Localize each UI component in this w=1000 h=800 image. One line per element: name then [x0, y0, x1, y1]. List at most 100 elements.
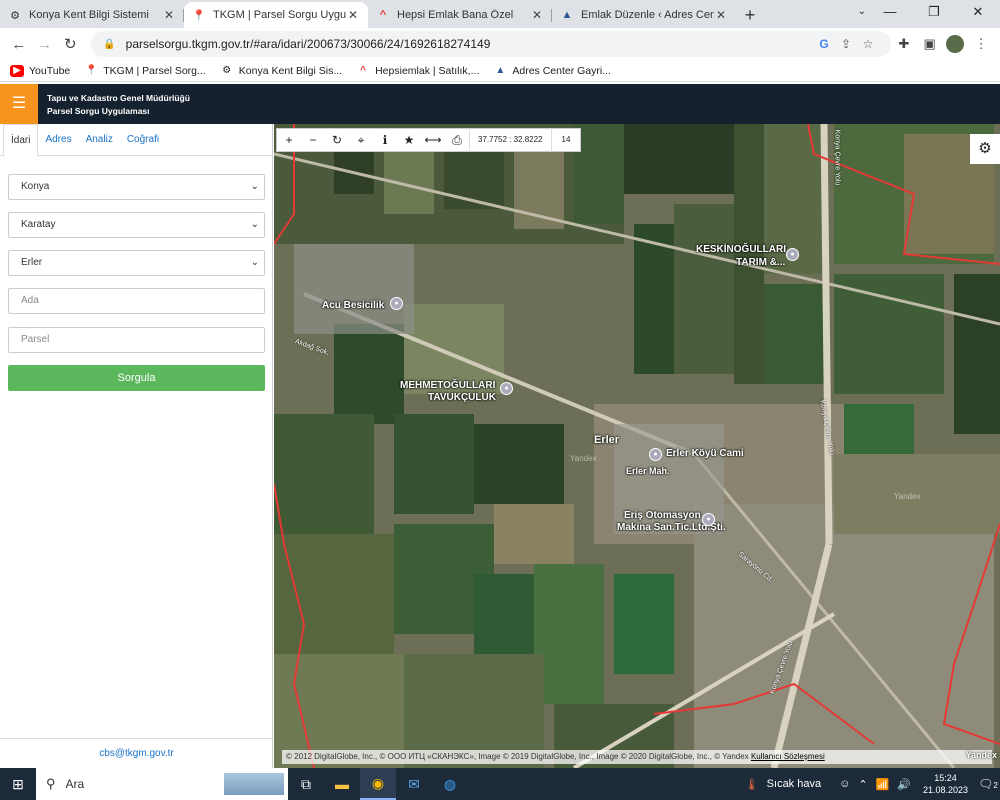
- people-icon[interactable]: ☺: [839, 778, 850, 790]
- weather-icon[interactable]: 🌡: [745, 778, 759, 791]
- tab-search-icon[interactable]: ⌄: [858, 6, 866, 17]
- bookmark-konya-kent[interactable]: ⚙ Konya Kent Bilgi Sis...: [220, 65, 342, 77]
- file-explorer-icon[interactable]: ▬: [324, 768, 360, 800]
- minimize-icon[interactable]: —: [868, 0, 912, 24]
- poi-label-keskinogullari-2[interactable]: TARIM &...: [736, 257, 785, 268]
- mail-icon[interactable]: ✉: [396, 768, 432, 800]
- info-icon[interactable]: ℹ: [373, 133, 397, 147]
- sorgula-button[interactable]: Sorgula: [8, 365, 265, 391]
- shop-pin-icon[interactable]: ●: [702, 513, 715, 526]
- lock-icon[interactable]: 🔒: [103, 39, 115, 50]
- search-icon: ⚲: [46, 776, 56, 791]
- tab-title: TKGM | Parsel Sorgu Uygulaması: [213, 9, 346, 21]
- browser-tab-bar: ⚙ Konya Kent Bilgi Sistemi ✕ 📍 TKGM | Pa…: [0, 0, 1000, 28]
- place-label-erler[interactable]: Erler: [594, 434, 619, 446]
- ada-input[interactable]: Ada: [8, 288, 265, 314]
- tab-hepsiemlak[interactable]: ^ Hepsi Emlak Bana Özel ✕: [368, 2, 552, 28]
- bookmark-label: Adres Center Gayri...: [512, 64, 611, 77]
- youtube-icon: ▶: [10, 64, 24, 77]
- poi-label-erler-cami[interactable]: Erler Köyü Cami: [666, 448, 744, 459]
- volume-icon[interactable]: 🔊: [897, 778, 911, 791]
- tab-analiz[interactable]: Analiz: [79, 124, 120, 155]
- bookmark-star-icon[interactable]: ☆: [857, 37, 879, 51]
- refresh-icon[interactable]: ↻: [325, 133, 349, 147]
- poi-label-keskinogullari[interactable]: KESKİNOĞULLARI: [696, 244, 786, 255]
- globe-icon: ⚙: [10, 9, 20, 22]
- map-pin-icon[interactable]: ●: [390, 297, 403, 310]
- menu-dots-icon[interactable]: ⋮: [968, 36, 994, 52]
- measure-icon[interactable]: ⟷: [421, 133, 445, 147]
- favorite-star-icon[interactable]: ★: [397, 133, 421, 147]
- poi-label-mehmetogullari[interactable]: MEHMETOĞULLARI: [400, 380, 495, 391]
- bookmark-youtube[interactable]: ▶ YouTube: [10, 64, 70, 77]
- mahalle-value: Erler: [21, 257, 43, 268]
- poi-label-mehmetogullari-2[interactable]: TAVUKÇULUK: [428, 392, 496, 403]
- extensions-icon[interactable]: ✚: [891, 36, 917, 52]
- forward-icon[interactable]: →: [32, 36, 58, 53]
- share-icon[interactable]: ⇪: [835, 37, 857, 51]
- terms-link[interactable]: Kullanıcı Sözleşmesi: [751, 752, 825, 761]
- hepsiemlak-icon: ^: [360, 65, 367, 76]
- app-title: Tapu ve Kadastro Genel Müdürlüğü Parsel …: [47, 92, 190, 118]
- avatar[interactable]: [946, 35, 965, 53]
- windows-start-icon[interactable]: ⊞: [0, 776, 36, 793]
- network-icon[interactable]: 📶: [876, 778, 890, 791]
- zoom-in-icon[interactable]: +: [277, 133, 301, 147]
- tab-title: Konya Kent Bilgi Sistemi: [29, 9, 149, 21]
- taskbar-search-box[interactable]: ⚲ Ara: [36, 768, 288, 800]
- url-text[interactable]: parselsorgu.tkgm.gov.tr/#ara/idari/20067…: [126, 37, 813, 51]
- map-pin-icon[interactable]: ●: [500, 382, 513, 395]
- tab-adres-center[interactable]: ▲ Emlak Düzenle ‹ Adres Center Ga ✕: [552, 2, 736, 28]
- bookmark-adres-center[interactable]: ▲ Adres Center Gayri...: [493, 65, 611, 77]
- gear-icon[interactable]: ⚙: [970, 134, 1000, 164]
- tab-tkgm[interactable]: 📍 TKGM | Parsel Sorgu Uygulaması ✕: [184, 2, 368, 28]
- mahalle-select[interactable]: Erler ⌄: [8, 250, 265, 276]
- url-bar[interactable]: 🔒 parselsorgu.tkgm.gov.tr/#ara/idari/200…: [91, 31, 892, 57]
- yandex-logo[interactable]: Yandex: [965, 750, 997, 760]
- il-select[interactable]: Konya ⌄: [8, 174, 265, 200]
- bookmarks-bar: ▶ YouTube 📍 TKGM | Parsel Sorg... ⚙ Kony…: [0, 60, 1000, 82]
- poi-label-eris[interactable]: Eriş Otomasyon: [624, 510, 701, 521]
- ilce-select[interactable]: Karatay ⌄: [8, 212, 265, 238]
- close-icon[interactable]: ✕: [530, 8, 544, 22]
- address-toolbar: ← → ↻ 🔒 parselsorgu.tkgm.gov.tr/#ara/ida…: [0, 28, 1000, 60]
- attribution-text: © 2012 DigitalGlobe, Inc., © ООО ИТЦ «СК…: [286, 752, 749, 761]
- close-icon[interactable]: ✕: [714, 8, 728, 22]
- close-icon[interactable]: ✕: [346, 8, 360, 22]
- reload-icon[interactable]: ↻: [57, 35, 83, 53]
- tab-idari[interactable]: İdari: [3, 124, 39, 157]
- back-icon[interactable]: ←: [6, 36, 32, 53]
- clock[interactable]: 15:24 21.08.2023: [923, 772, 968, 796]
- edge-icon[interactable]: ◍: [432, 768, 468, 800]
- print-icon[interactable]: ⎙: [445, 133, 469, 148]
- new-tab-button[interactable]: +: [736, 2, 764, 28]
- map-pin-icon[interactable]: ●: [786, 248, 799, 261]
- bookmark-hepsiemlak[interactable]: ^ Hepsiemlak | Satılık,...: [356, 65, 479, 77]
- hamburger-menu-button[interactable]: ☰: [0, 84, 38, 124]
- weather-text[interactable]: Sıcak hava: [767, 778, 821, 790]
- zoom-out-icon[interactable]: −: [301, 133, 325, 147]
- task-view-icon[interactable]: ⧉: [288, 768, 324, 800]
- notification-icon[interactable]: 🗨2: [976, 777, 1000, 791]
- tab-cografi[interactable]: Coğrafi: [120, 124, 166, 155]
- mosque-pin-icon[interactable]: ●: [649, 448, 662, 461]
- tab-konya-kent[interactable]: ⚙ Konya Kent Bilgi Sistemi ✕: [0, 2, 184, 28]
- close-icon[interactable]: ✕: [162, 8, 176, 22]
- side-panel-icon[interactable]: ▣: [917, 36, 943, 52]
- chrome-icon[interactable]: ◉: [360, 768, 396, 800]
- restore-icon[interactable]: ❐: [912, 0, 956, 24]
- tab-adres[interactable]: Adres: [38, 124, 78, 155]
- locate-icon[interactable]: ⌖: [349, 133, 373, 148]
- map-pin-icon: 📍: [192, 9, 206, 22]
- poi-label-acu-besicilik[interactable]: Acu Besicilik: [322, 300, 384, 311]
- window-close-icon[interactable]: ✕: [956, 0, 1000, 24]
- google-icon[interactable]: G: [813, 37, 835, 51]
- contact-email-link[interactable]: cbs@tkgm.gov.tr: [0, 738, 273, 768]
- parsel-input[interactable]: Parsel: [8, 327, 265, 353]
- window-controls: — ❐ ✕: [868, 0, 1000, 24]
- place-label-erler-mah[interactable]: Erler Mah.: [626, 466, 670, 476]
- chevron-up-icon[interactable]: ⌃: [858, 778, 867, 791]
- bookmark-tkgm[interactable]: 📍 TKGM | Parsel Sorg...: [84, 65, 206, 77]
- satellite-map[interactable]: + − ↻ ⌖ ℹ ★ ⟷ ⎙ 37.7752 : 32.8222 14 ⚙ K…: [274, 124, 1000, 768]
- query-sidebar: İdari Adres Analiz Coğrafi Konya ⌄ Karat…: [0, 124, 273, 768]
